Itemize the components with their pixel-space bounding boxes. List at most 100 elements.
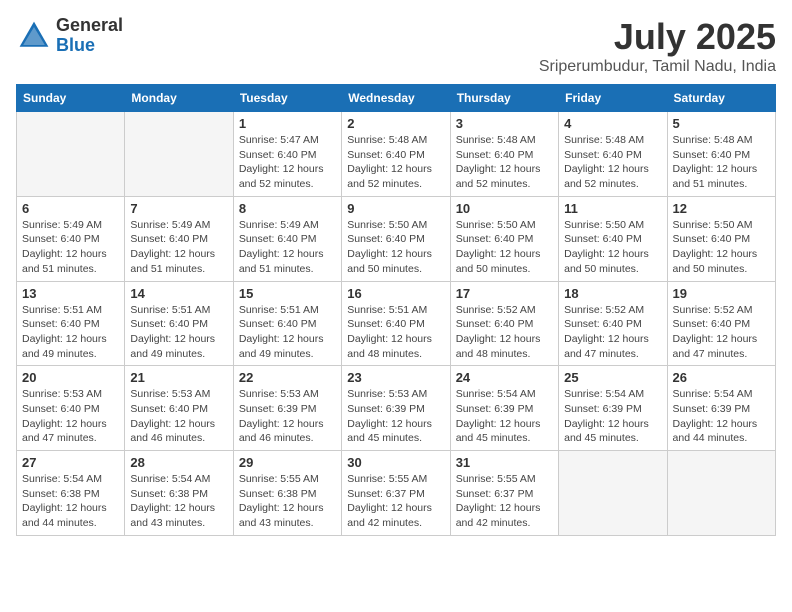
day-number: 5 [673, 116, 770, 131]
weekday-header: Thursday [450, 85, 558, 112]
day-info: Sunrise: 5:51 AM Sunset: 6:40 PM Dayligh… [130, 303, 227, 362]
day-number: 15 [239, 286, 336, 301]
day-info: Sunrise: 5:50 AM Sunset: 6:40 PM Dayligh… [673, 218, 770, 277]
day-number: 23 [347, 370, 444, 385]
logo-general: General [56, 16, 123, 36]
calendar-cell: 21 Sunrise: 5:53 AM Sunset: 6:40 PM Dayli… [125, 366, 233, 451]
day-number: 4 [564, 116, 661, 131]
day-info: Sunrise: 5:48 AM Sunset: 6:40 PM Dayligh… [564, 133, 661, 192]
calendar-cell: 8 Sunrise: 5:49 AM Sunset: 6:40 PM Daylig… [233, 196, 341, 281]
day-number: 11 [564, 201, 661, 216]
day-number: 25 [564, 370, 661, 385]
calendar-cell: 3 Sunrise: 5:48 AM Sunset: 6:40 PM Daylig… [450, 112, 558, 197]
day-info: Sunrise: 5:49 AM Sunset: 6:40 PM Dayligh… [239, 218, 336, 277]
day-info: Sunrise: 5:51 AM Sunset: 6:40 PM Dayligh… [22, 303, 119, 362]
calendar-table: SundayMondayTuesdayWednesdayThursdayFrid… [16, 84, 776, 536]
day-number: 17 [456, 286, 553, 301]
calendar-cell: 24 Sunrise: 5:54 AM Sunset: 6:39 PM Dayli… [450, 366, 558, 451]
calendar-cell: 4 Sunrise: 5:48 AM Sunset: 6:40 PM Daylig… [559, 112, 667, 197]
day-info: Sunrise: 5:52 AM Sunset: 6:40 PM Dayligh… [564, 303, 661, 362]
day-number: 18 [564, 286, 661, 301]
day-number: 9 [347, 201, 444, 216]
day-info: Sunrise: 5:48 AM Sunset: 6:40 PM Dayligh… [456, 133, 553, 192]
calendar-week-row: 6Sunrise: 5:49 AM Sunset: 6:40 PM Daylig… [17, 196, 776, 281]
calendar-week-row: 27 Sunrise: 5:54 AM Sunset: 6:38 PM Dayli… [17, 451, 776, 536]
calendar-cell: 9Sunrise: 5:50 AM Sunset: 6:40 PM Daylig… [342, 196, 450, 281]
day-info: Sunrise: 5:51 AM Sunset: 6:40 PM Dayligh… [239, 303, 336, 362]
calendar-week-row: 1 Sunrise: 5:47 AM Sunset: 6:40 PM Daylig… [17, 112, 776, 197]
day-number: 26 [673, 370, 770, 385]
calendar-cell: 12 Sunrise: 5:50 AM Sunset: 6:40 PM Dayli… [667, 196, 775, 281]
calendar-cell [667, 451, 775, 536]
calendar-week-row: 13Sunrise: 5:51 AM Sunset: 6:40 PM Dayli… [17, 281, 776, 366]
day-info: Sunrise: 5:53 AM Sunset: 6:40 PM Dayligh… [130, 387, 227, 446]
day-info: Sunrise: 5:55 AM Sunset: 6:37 PM Dayligh… [347, 472, 444, 531]
day-info: Sunrise: 5:54 AM Sunset: 6:39 PM Dayligh… [564, 387, 661, 446]
day-number: 27 [22, 455, 119, 470]
logo-blue: Blue [56, 36, 123, 56]
logo-text: General Blue [56, 16, 123, 56]
day-number: 16 [347, 286, 444, 301]
calendar-cell: 30Sunrise: 5:55 AM Sunset: 6:37 PM Dayli… [342, 451, 450, 536]
day-info: Sunrise: 5:48 AM Sunset: 6:40 PM Dayligh… [347, 133, 444, 192]
day-number: 14 [130, 286, 227, 301]
day-info: Sunrise: 5:47 AM Sunset: 6:40 PM Dayligh… [239, 133, 336, 192]
day-info: Sunrise: 5:53 AM Sunset: 6:39 PM Dayligh… [239, 387, 336, 446]
day-number: 22 [239, 370, 336, 385]
day-number: 29 [239, 455, 336, 470]
calendar-cell: 10 Sunrise: 5:50 AM Sunset: 6:40 PM Dayli… [450, 196, 558, 281]
day-info: Sunrise: 5:49 AM Sunset: 6:40 PM Dayligh… [22, 218, 119, 277]
day-info: Sunrise: 5:50 AM Sunset: 6:40 PM Dayligh… [456, 218, 553, 277]
weekday-header: Wednesday [342, 85, 450, 112]
calendar-cell: 16 Sunrise: 5:51 AM Sunset: 6:40 PM Dayli… [342, 281, 450, 366]
day-info: Sunrise: 5:52 AM Sunset: 6:40 PM Dayligh… [456, 303, 553, 362]
day-info: Sunrise: 5:55 AM Sunset: 6:37 PM Dayligh… [456, 472, 553, 531]
day-number: 19 [673, 286, 770, 301]
day-number: 21 [130, 370, 227, 385]
calendar-cell: 23 Sunrise: 5:53 AM Sunset: 6:39 PM Dayli… [342, 366, 450, 451]
calendar-header-row: SundayMondayTuesdayWednesdayThursdayFrid… [17, 85, 776, 112]
day-info: Sunrise: 5:53 AM Sunset: 6:39 PM Dayligh… [347, 387, 444, 446]
day-number: 1 [239, 116, 336, 131]
day-info: Sunrise: 5:54 AM Sunset: 6:39 PM Dayligh… [456, 387, 553, 446]
calendar-cell: 6Sunrise: 5:49 AM Sunset: 6:40 PM Daylig… [17, 196, 125, 281]
day-info: Sunrise: 5:52 AM Sunset: 6:40 PM Dayligh… [673, 303, 770, 362]
day-number: 12 [673, 201, 770, 216]
calendar-cell: 29 Sunrise: 5:55 AM Sunset: 6:38 PM Dayli… [233, 451, 341, 536]
day-number: 31 [456, 455, 553, 470]
calendar-cell: 14 Sunrise: 5:51 AM Sunset: 6:40 PM Dayli… [125, 281, 233, 366]
weekday-header: Saturday [667, 85, 775, 112]
day-info: Sunrise: 5:50 AM Sunset: 6:40 PM Dayligh… [564, 218, 661, 277]
calendar-cell: 15 Sunrise: 5:51 AM Sunset: 6:40 PM Dayli… [233, 281, 341, 366]
day-info: Sunrise: 5:54 AM Sunset: 6:39 PM Dayligh… [673, 387, 770, 446]
day-number: 3 [456, 116, 553, 131]
calendar-cell: 2 Sunrise: 5:48 AM Sunset: 6:40 PM Daylig… [342, 112, 450, 197]
location: Sriperumbudur, Tamil Nadu, India [539, 58, 776, 76]
calendar-cell: 7 Sunrise: 5:49 AM Sunset: 6:40 PM Daylig… [125, 196, 233, 281]
day-number: 28 [130, 455, 227, 470]
day-number: 10 [456, 201, 553, 216]
weekday-header: Tuesday [233, 85, 341, 112]
day-info: Sunrise: 5:49 AM Sunset: 6:40 PM Dayligh… [130, 218, 227, 277]
weekday-header: Monday [125, 85, 233, 112]
calendar-cell: 20Sunrise: 5:53 AM Sunset: 6:40 PM Dayli… [17, 366, 125, 451]
month-year: July 2025 [539, 16, 776, 58]
calendar-week-row: 20Sunrise: 5:53 AM Sunset: 6:40 PM Dayli… [17, 366, 776, 451]
day-number: 7 [130, 201, 227, 216]
calendar-cell: 18 Sunrise: 5:52 AM Sunset: 6:40 PM Dayli… [559, 281, 667, 366]
day-info: Sunrise: 5:51 AM Sunset: 6:40 PM Dayligh… [347, 303, 444, 362]
calendar-cell: 5Sunrise: 5:48 AM Sunset: 6:40 PM Daylig… [667, 112, 775, 197]
calendar-cell: 22 Sunrise: 5:53 AM Sunset: 6:39 PM Dayli… [233, 366, 341, 451]
day-number: 8 [239, 201, 336, 216]
calendar-cell: 28 Sunrise: 5:54 AM Sunset: 6:38 PM Dayli… [125, 451, 233, 536]
day-info: Sunrise: 5:55 AM Sunset: 6:38 PM Dayligh… [239, 472, 336, 531]
day-number: 2 [347, 116, 444, 131]
day-number: 24 [456, 370, 553, 385]
calendar-cell [559, 451, 667, 536]
logo-icon [16, 18, 52, 54]
calendar-cell: 13Sunrise: 5:51 AM Sunset: 6:40 PM Dayli… [17, 281, 125, 366]
calendar-cell: 31 Sunrise: 5:55 AM Sunset: 6:37 PM Dayli… [450, 451, 558, 536]
calendar-cell: 11 Sunrise: 5:50 AM Sunset: 6:40 PM Dayli… [559, 196, 667, 281]
day-info: Sunrise: 5:54 AM Sunset: 6:38 PM Dayligh… [130, 472, 227, 531]
calendar-cell: 1 Sunrise: 5:47 AM Sunset: 6:40 PM Daylig… [233, 112, 341, 197]
